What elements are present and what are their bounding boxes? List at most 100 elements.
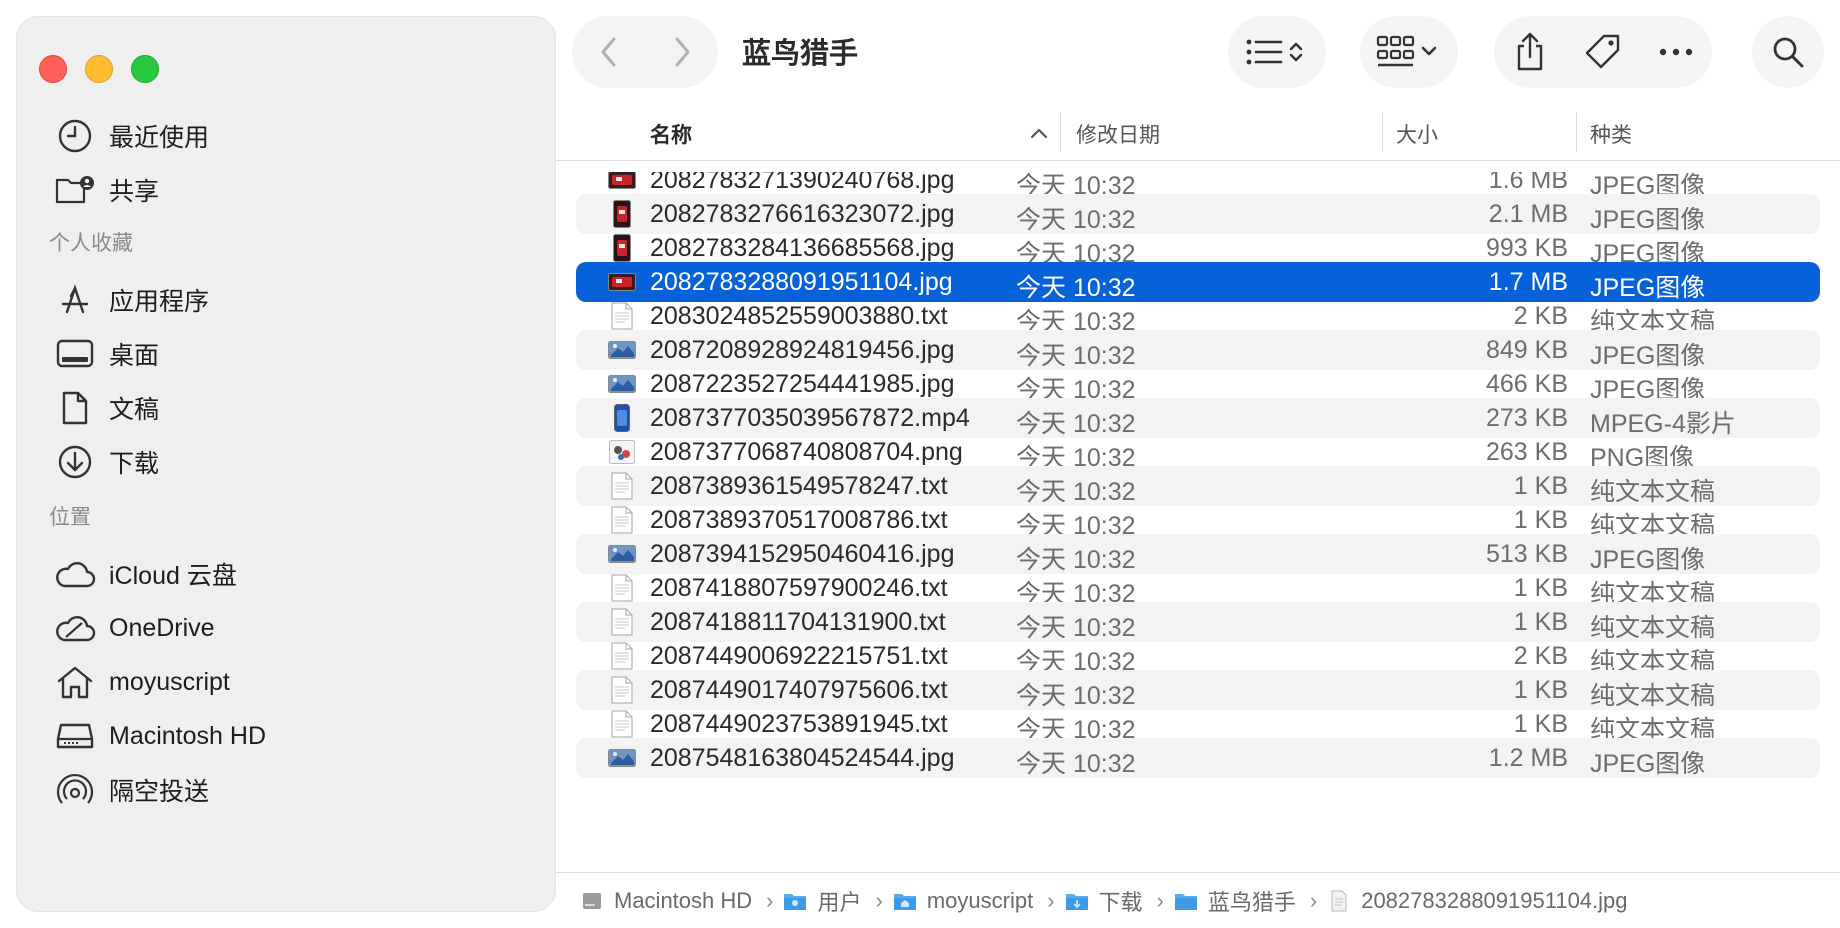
group-by-button[interactable] (1360, 16, 1458, 88)
text-file-icon (608, 505, 636, 535)
sidebar-item-label: 桌面 (109, 342, 160, 370)
more-actions-button[interactable] (1640, 16, 1712, 88)
list-view-icon (1245, 16, 1309, 88)
airdrop-icon (53, 768, 97, 812)
sidebar-item-icloud[interactable]: iCloud 云盘 (37, 547, 537, 601)
sidebar-item-downloads[interactable]: 下载 (37, 435, 537, 489)
file-size: 1 KB (1513, 472, 1568, 500)
back-button[interactable] (572, 16, 645, 88)
file-size: 1 KB (1513, 710, 1568, 738)
sidebar-item-label: 应用程序 (109, 288, 210, 316)
file-size: 1 KB (1513, 574, 1568, 602)
sidebar-item-shared[interactable]: 共享 (37, 163, 537, 217)
chevron-right-icon: › (1309, 888, 1318, 913)
file-size: 1.7 MB (1488, 268, 1568, 296)
file-name: 2082783271390240768.jpg (650, 172, 955, 194)
sidebar-item-label: 隔空投送 (109, 778, 210, 806)
column-kind-header[interactable]: 种类 (1590, 116, 1632, 152)
text-file-icon (608, 471, 636, 501)
sidebar-item-recents[interactable]: 最近使用 (37, 109, 537, 163)
column-divider (1576, 112, 1577, 152)
sidebar-item-documents[interactable]: 文稿 (37, 381, 537, 435)
folder-icon (783, 889, 807, 913)
chevron-right-icon: › (875, 888, 883, 913)
file-name: 2087223527254441985.jpg (650, 370, 955, 398)
file-name: 2082783276616323072.jpg (650, 200, 955, 228)
path-item-folder[interactable]: 蓝鸟猎手 › (1174, 885, 1317, 917)
file-icon (1327, 889, 1351, 913)
finder-window: 最近使用 共享 个人收藏 应用程序 桌面 文稿 下载 位置 iCloud 云盘 … (0, 0, 1840, 928)
image-thumbnail-icon (608, 369, 636, 399)
file-size: 2 KB (1513, 642, 1568, 670)
tag-button[interactable] (1567, 16, 1639, 88)
zoom-window-button[interactable] (131, 55, 159, 83)
path-item-label: moyuscript (926, 888, 1034, 913)
disk-icon (580, 889, 604, 913)
minimize-window-button[interactable] (85, 55, 113, 83)
file-list: 2082783271390240768.jpg 今天 10:32 1.6 MB JPE… (556, 172, 1840, 872)
sidebar: 最近使用 共享 个人收藏 应用程序 桌面 文稿 下载 位置 iCloud 云盘 … (16, 16, 556, 912)
path-item-file[interactable]: 2082783288091951104.jpg (1327, 888, 1628, 914)
file-size: 466 KB (1485, 370, 1568, 398)
file-size: 1 KB (1513, 608, 1568, 636)
text-file-icon (608, 709, 636, 739)
sidebar-item-airdrop[interactable]: 隔空投送 (37, 763, 537, 817)
favorites-section-header: 个人收藏 (49, 232, 133, 255)
sidebar-item-home[interactable]: moyuscript (37, 655, 537, 709)
sort-ascending-icon (1030, 128, 1048, 139)
column-date-header[interactable]: 修改日期 (1076, 116, 1160, 152)
image-thumbnail-icon (608, 267, 636, 297)
file-row[interactable]: 2087548163804524544.jpg 今天 10:32 1.2 MB JPE… (576, 738, 1820, 778)
column-name-label: 名称 (650, 124, 692, 147)
path-item-downloads[interactable]: 下载 › (1065, 885, 1164, 917)
file-name: 2087418807597900246.txt (650, 574, 948, 602)
file-name: 2087394152950460416.jpg (650, 540, 955, 568)
column-header: 名称 修改日期 大小 种类 (556, 108, 1840, 161)
sidebar-item-onedrive[interactable]: OneDrive (37, 601, 537, 655)
sidebar-item-macintosh-hd[interactable]: Macintosh HD (37, 709, 537, 763)
document-icon (53, 386, 97, 430)
chevron-right-icon (675, 37, 689, 67)
path-item-home[interactable]: moyuscript › (893, 888, 1055, 914)
forward-button[interactable] (645, 16, 718, 88)
path-item-users[interactable]: 用户 › (783, 885, 883, 917)
desktop-icon (53, 332, 97, 376)
file-size: 1 KB (1513, 676, 1568, 704)
file-size: 2 KB (1513, 302, 1568, 330)
file-name: 2087548163804524544.jpg (650, 744, 955, 772)
image-thumbnail-icon (608, 233, 636, 263)
file-date: 今天 10:32 (1016, 750, 1136, 778)
disk-icon (53, 714, 97, 758)
chevron-right-icon: › (766, 888, 774, 913)
text-file-icon (608, 641, 636, 671)
column-size-header[interactable]: 大小 (1396, 116, 1438, 152)
file-kind: JPEG图像 (1590, 750, 1706, 778)
path-item-macintosh-hd[interactable]: Macintosh HD › (580, 888, 773, 914)
column-name-header[interactable]: 名称 (650, 116, 1090, 152)
file-name: 2087389361549578247.txt (650, 472, 948, 500)
image-thumbnail-icon (608, 199, 636, 229)
ellipsis-icon (1659, 48, 1692, 56)
shared-folder-icon (53, 168, 97, 212)
file-size: 849 KB (1485, 336, 1568, 364)
download-folder-icon (1065, 889, 1089, 913)
sidebar-item-label: 共享 (109, 178, 160, 206)
list-view-button[interactable] (1228, 16, 1326, 88)
png-thumbnail-icon (608, 437, 636, 467)
sidebar-item-desktop[interactable]: 桌面 (37, 327, 537, 381)
path-item-label: 蓝鸟猎手 (1207, 890, 1296, 915)
path-item-label: Macintosh HD (614, 888, 753, 913)
file-name: 2082783284136685568.jpg (650, 234, 955, 262)
file-size: 2.1 MB (1488, 200, 1568, 228)
file-size: 1.6 MB (1488, 172, 1568, 194)
close-window-button[interactable] (39, 55, 67, 83)
sidebar-item-label: iCloud 云盘 (109, 562, 237, 590)
chevron-right-icon: › (1047, 888, 1055, 913)
chevron-right-icon: › (1156, 888, 1164, 913)
onedrive-icon (53, 606, 97, 650)
share-button[interactable] (1494, 16, 1566, 88)
share-icon (1518, 32, 1543, 71)
search-button[interactable] (1752, 16, 1824, 88)
sidebar-item-applications[interactable]: 应用程序 (37, 273, 537, 327)
sidebar-item-label: OneDrive (109, 613, 215, 642)
